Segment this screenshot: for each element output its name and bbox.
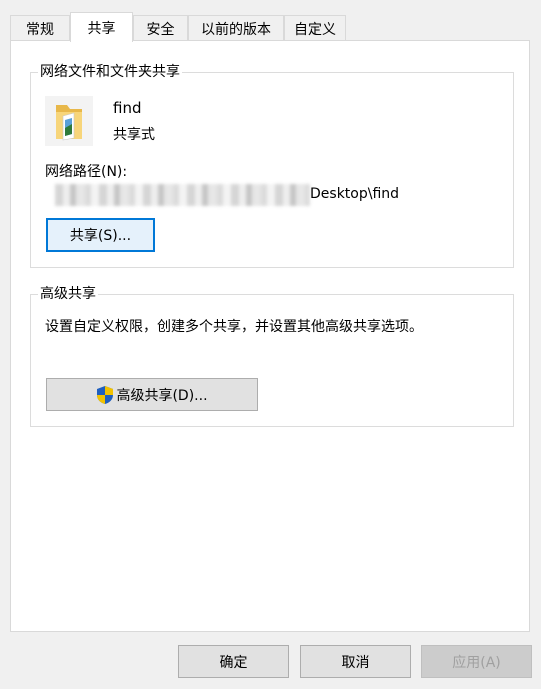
advanced-sharing-button-label: 高级共享(D)... bbox=[116, 387, 208, 404]
cancel-button[interactable]: 取消 bbox=[300, 645, 411, 678]
network-sharing-group: 网络文件和文件夹共享 find 共享式 网络路径(N): Desktop\fin… bbox=[30, 63, 514, 268]
tab-previous-versions[interactable]: 以前的版本 bbox=[188, 15, 284, 41]
network-path-value: Desktop\find bbox=[310, 186, 400, 202]
ok-button[interactable]: 确定 bbox=[178, 645, 289, 678]
tab-general[interactable]: 常规 bbox=[10, 15, 70, 41]
tab-sharing[interactable]: 共享 bbox=[70, 12, 133, 42]
advanced-sharing-description: 设置自定义权限，创建多个共享，并设置其他高级共享选项。 bbox=[45, 319, 423, 335]
shared-folder-icon bbox=[45, 96, 93, 146]
tab-customize[interactable]: 自定义 bbox=[284, 15, 346, 41]
sharing-panel: 网络文件和文件夹共享 find 共享式 网络路径(N): Desktop\fin… bbox=[10, 40, 530, 632]
uac-shield-icon bbox=[96, 385, 114, 405]
redacted-path-segment bbox=[55, 184, 310, 206]
share-status: 共享式 bbox=[113, 127, 155, 143]
folder-name: find bbox=[113, 99, 142, 117]
network-path-label: 网络路径(N): bbox=[45, 164, 128, 180]
tab-security[interactable]: 安全 bbox=[133, 15, 188, 41]
advanced-sharing-title: 高级共享 bbox=[38, 285, 98, 303]
network-sharing-title: 网络文件和文件夹共享 bbox=[38, 63, 182, 81]
advanced-sharing-button[interactable]: 高级共享(D)... bbox=[46, 378, 258, 411]
tab-strip: 常规 共享 安全 以前的版本 自定义 bbox=[10, 12, 530, 42]
apply-button[interactable]: 应用(A) bbox=[421, 645, 532, 678]
advanced-sharing-group: 高级共享 设置自定义权限，创建多个共享，并设置其他高级共享选项。 高级共享(D)… bbox=[30, 285, 514, 427]
share-button[interactable]: 共享(S)... bbox=[46, 218, 155, 252]
